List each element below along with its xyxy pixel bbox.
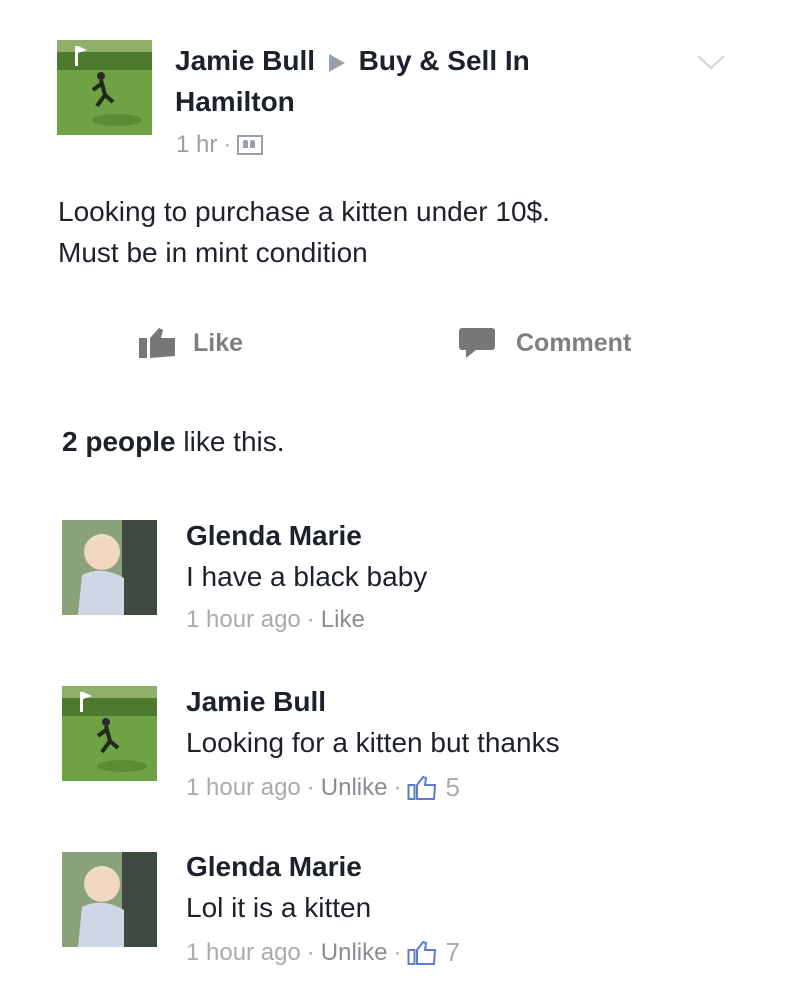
- comment-button-label: Comment: [516, 328, 632, 357]
- golfer-photo-icon: [62, 686, 157, 781]
- comment-meta: 1 hour ago · Unlike · 7: [186, 937, 460, 968]
- arrow-right-icon: [328, 53, 345, 72]
- comment-author[interactable]: Glenda Marie: [186, 519, 362, 553]
- comment-meta: 1 hour ago · Unlike · 5: [186, 772, 460, 803]
- comment-text: Lol it is a kitten: [186, 892, 372, 923]
- comment-timestamp[interactable]: 1 hour ago: [186, 774, 301, 802]
- comment-timestamp[interactable]: 1 hour ago: [186, 606, 301, 634]
- meta-separator: ·: [393, 938, 402, 966]
- comment-avatar[interactable]: [62, 520, 157, 615]
- post-group-name[interactable]: Buy & Sell In: [359, 45, 530, 76]
- meta-separator: ·: [306, 606, 315, 633]
- post-author-name[interactable]: Jamie Bull: [175, 45, 315, 76]
- likes-suffix: like this.: [175, 426, 285, 457]
- post-author-avatar[interactable]: [57, 40, 152, 135]
- likes-count: 2 people: [62, 426, 176, 457]
- comment-avatar[interactable]: [62, 686, 157, 781]
- comment-button[interactable]: Comment: [458, 326, 631, 360]
- meta-separator: ·: [306, 938, 315, 966]
- comment-avatar[interactable]: [62, 852, 157, 947]
- comment-meta: 1 hour ago · Like: [186, 606, 365, 634]
- comment-like-link[interactable]: Like: [321, 606, 365, 634]
- post-meta: 1 hr ·: [176, 131, 264, 159]
- comment-author[interactable]: Glenda Marie: [186, 850, 362, 884]
- speech-bubble-icon: [459, 328, 495, 358]
- comment-text: Looking for a kitten but thanks: [186, 727, 560, 758]
- meta-separator: ·: [393, 773, 402, 801]
- post-group-name-line2[interactable]: Hamilton: [175, 85, 295, 119]
- post-options-chevron-icon[interactable]: [696, 50, 726, 74]
- like-button-label: Like: [193, 328, 244, 357]
- comment-author[interactable]: Jamie Bull: [186, 685, 326, 719]
- post-timestamp[interactable]: 1 hr: [176, 131, 217, 159]
- post-header-line1: Jamie Bull Buy & Sell In: [175, 44, 530, 78]
- comment-unlike-link[interactable]: Unlike: [321, 939, 388, 967]
- golfer-photo-icon: [57, 40, 152, 135]
- likes-summary[interactable]: 2 people like this.: [62, 426, 285, 458]
- meta-separator: ·: [306, 773, 315, 801]
- post-text-line2: Must be in mint condition: [58, 237, 368, 268]
- comment-like-count[interactable]: 7: [445, 937, 459, 968]
- comment-timestamp[interactable]: 1 hour ago: [186, 939, 301, 967]
- thumbs-up-icon: [139, 328, 175, 358]
- group-privacy-icon: [237, 135, 264, 155]
- like-button[interactable]: Like: [137, 326, 243, 360]
- thumbs-up-outline-icon: [407, 775, 437, 800]
- baby-photo-icon: [62, 520, 157, 615]
- post-text-line1: Looking to purchase a kitten under 10$.: [58, 196, 550, 227]
- baby-photo-icon: [62, 852, 157, 947]
- comment-unlike-link[interactable]: Unlike: [321, 774, 388, 802]
- meta-separator: ·: [223, 131, 232, 158]
- thumbs-up-outline-icon: [407, 940, 437, 965]
- comment-text: I have a black baby: [186, 561, 428, 592]
- comment-like-count[interactable]: 5: [445, 772, 459, 803]
